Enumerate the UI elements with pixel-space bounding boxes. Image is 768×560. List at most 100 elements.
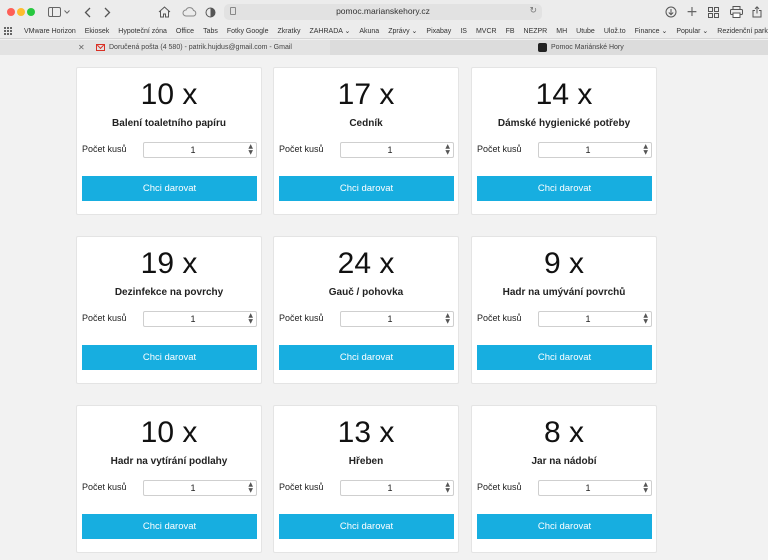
quantity-stepper[interactable]: 1 ▲ ▼ (143, 480, 257, 496)
bookmark-item[interactable]: Finance ⌄ (635, 27, 668, 35)
quantity-value: 1 (190, 314, 196, 324)
minimize-window-button[interactable] (17, 8, 25, 16)
donate-button[interactable]: Chci darovat (279, 176, 454, 201)
quantity-stepper[interactable]: 1 ▲ ▼ (143, 142, 257, 158)
quantity-value: 1 (387, 483, 393, 493)
bookmark-item[interactable]: IS (460, 28, 467, 35)
new-tab-icon[interactable]: + (686, 4, 698, 20)
bookmark-item[interactable]: ZAHRADA ⌄ (309, 27, 350, 35)
donation-card: 10 x Hadr na vytírání podlahy Počet kusů… (76, 405, 262, 553)
stepper-arrows-icon[interactable]: ▲ ▼ (445, 144, 450, 156)
stepper-arrows-icon[interactable]: ▲ ▼ (445, 482, 450, 494)
privacy-shield-icon[interactable] (204, 4, 216, 20)
printer-icon[interactable] (729, 4, 743, 20)
bookmark-item[interactable]: MH (556, 28, 567, 35)
donate-button[interactable]: Chci darovat (82, 345, 257, 370)
zoom-window-button[interactable] (27, 8, 35, 16)
item-name: Gauč / pohovka (328, 287, 404, 298)
donate-button[interactable]: Chci darovat (82, 176, 257, 201)
bookmark-item[interactable]: Zkratky (278, 28, 301, 35)
needed-quantity: 10 x (140, 416, 198, 449)
gmail-icon (96, 44, 105, 51)
donate-button[interactable]: Chci darovat (477, 176, 652, 201)
count-label: Počet kusů (82, 482, 127, 492)
stepper-arrows-icon[interactable]: ▲ ▼ (643, 313, 648, 325)
stepper-arrows-icon[interactable]: ▲ ▼ (643, 144, 648, 156)
item-name: Hadr na vytírání podlahy (110, 456, 228, 467)
bookmark-item[interactable]: Utube (576, 28, 595, 35)
quantity-stepper[interactable]: 1 ▲ ▼ (143, 311, 257, 327)
needed-quantity: 14 x (535, 78, 593, 111)
needed-quantity: 9 x (543, 247, 585, 280)
bookmark-item[interactable]: FB (506, 28, 515, 35)
bookmark-item[interactable]: Fotky Google (227, 28, 269, 35)
stepper-arrows-icon[interactable]: ▲ ▼ (248, 144, 253, 156)
quantity-value: 1 (190, 483, 196, 493)
tab-bar: ✕ Doručená pošta (4 580) - patrik.hujdus… (0, 40, 768, 55)
quantity-stepper[interactable]: 1 ▲ ▼ (538, 480, 652, 496)
downloads-icon[interactable] (664, 4, 678, 20)
stepper-arrows-icon[interactable]: ▲ ▼ (248, 482, 253, 494)
quantity-value: 1 (585, 145, 591, 155)
item-name: Cedník (349, 118, 383, 129)
donate-button[interactable]: Chci darovat (279, 514, 454, 539)
stepper-arrows-icon[interactable]: ▲ ▼ (445, 313, 450, 325)
quantity-stepper[interactable]: 1 ▲ ▼ (538, 311, 652, 327)
bookmark-item[interactable]: Popular ⌄ (676, 27, 708, 35)
needed-quantity: 17 x (337, 78, 395, 111)
home-icon[interactable] (157, 4, 171, 20)
quantity-value: 1 (585, 483, 591, 493)
bookmark-item[interactable]: Hypoteční zóna (118, 28, 167, 35)
sidebar-toggle-icon[interactable] (47, 4, 61, 20)
bookmark-item[interactable]: VMware Horizon (24, 28, 76, 35)
reload-icon[interactable]: ↻ (529, 6, 537, 16)
quantity-stepper[interactable]: 1 ▲ ▼ (340, 142, 454, 158)
bookmark-item[interactable]: Rezidenční parkování ⌄ (717, 27, 768, 35)
back-icon[interactable] (82, 4, 92, 20)
share-icon[interactable] (751, 4, 763, 20)
icloud-icon[interactable] (181, 4, 197, 20)
tab-gmail[interactable]: ✕ Doručená pošta (4 580) - patrik.hujdus… (0, 40, 330, 55)
quantity-stepper[interactable]: 1 ▲ ▼ (340, 480, 454, 496)
donation-card: 9 x Hadr na umývání povrchů Počet kusů 1… (471, 236, 657, 384)
bookmarks-bar: VMware Horizon Ekiosek Hypoteční zóna Of… (0, 24, 768, 39)
forward-icon[interactable] (102, 4, 112, 20)
bookmark-item[interactable]: Pixabay (426, 28, 451, 35)
close-window-button[interactable] (7, 8, 15, 16)
donate-button[interactable]: Chci darovat (82, 514, 257, 539)
bookmark-item[interactable]: Zprávy ⌄ (388, 27, 417, 35)
quantity-value: 1 (585, 314, 591, 324)
bookmark-item[interactable]: Ulož.to (604, 28, 626, 35)
count-label: Počet kusů (82, 313, 127, 323)
stepper-arrows-icon[interactable]: ▲ ▼ (643, 482, 648, 494)
bookmark-item[interactable]: Akuna (359, 28, 379, 35)
browser-toolbar: pomoc.marianskehory.cz ↻ + (0, 0, 768, 24)
donate-button[interactable]: Chci darovat (477, 514, 652, 539)
donate-button[interactable]: Chci darovat (279, 345, 454, 370)
quantity-value: 1 (387, 145, 393, 155)
quantity-value: 1 (387, 314, 393, 324)
bookmark-item[interactable]: Ekiosek (85, 28, 110, 35)
item-name: Dezinfekce na povrchy (114, 287, 224, 298)
close-tab-icon[interactable]: ✕ (78, 43, 85, 52)
bookmark-item[interactable]: Tabs (203, 28, 218, 35)
quantity-stepper[interactable]: 1 ▲ ▼ (538, 142, 652, 158)
apps-grid-icon[interactable] (4, 27, 12, 35)
bookmark-item[interactable]: Office (176, 28, 194, 35)
needed-quantity: 24 x (337, 247, 395, 280)
bookmark-item[interactable]: MVCR (476, 28, 497, 35)
needed-quantity: 8 x (543, 416, 585, 449)
site-favicon-icon (538, 43, 547, 52)
needed-quantity: 19 x (140, 247, 198, 280)
bookmark-item[interactable]: NEZPR (524, 28, 548, 35)
chevron-down-icon[interactable] (63, 4, 71, 20)
donation-card: 13 x Hřeben Počet kusů 1 ▲ ▼ Chci darovat (273, 405, 459, 553)
count-label: Počet kusů (477, 144, 522, 154)
donation-card: 19 x Dezinfekce na povrchy Počet kusů 1 … (76, 236, 262, 384)
tab-overview-icon[interactable] (706, 4, 720, 20)
address-bar[interactable]: pomoc.marianskehory.cz ↻ (224, 4, 542, 20)
quantity-stepper[interactable]: 1 ▲ ▼ (340, 311, 454, 327)
stepper-arrows-icon[interactable]: ▲ ▼ (248, 313, 253, 325)
donate-button[interactable]: Chci darovat (477, 345, 652, 370)
donation-card: 17 x Cedník Počet kusů 1 ▲ ▼ Chci darovat (273, 67, 459, 215)
